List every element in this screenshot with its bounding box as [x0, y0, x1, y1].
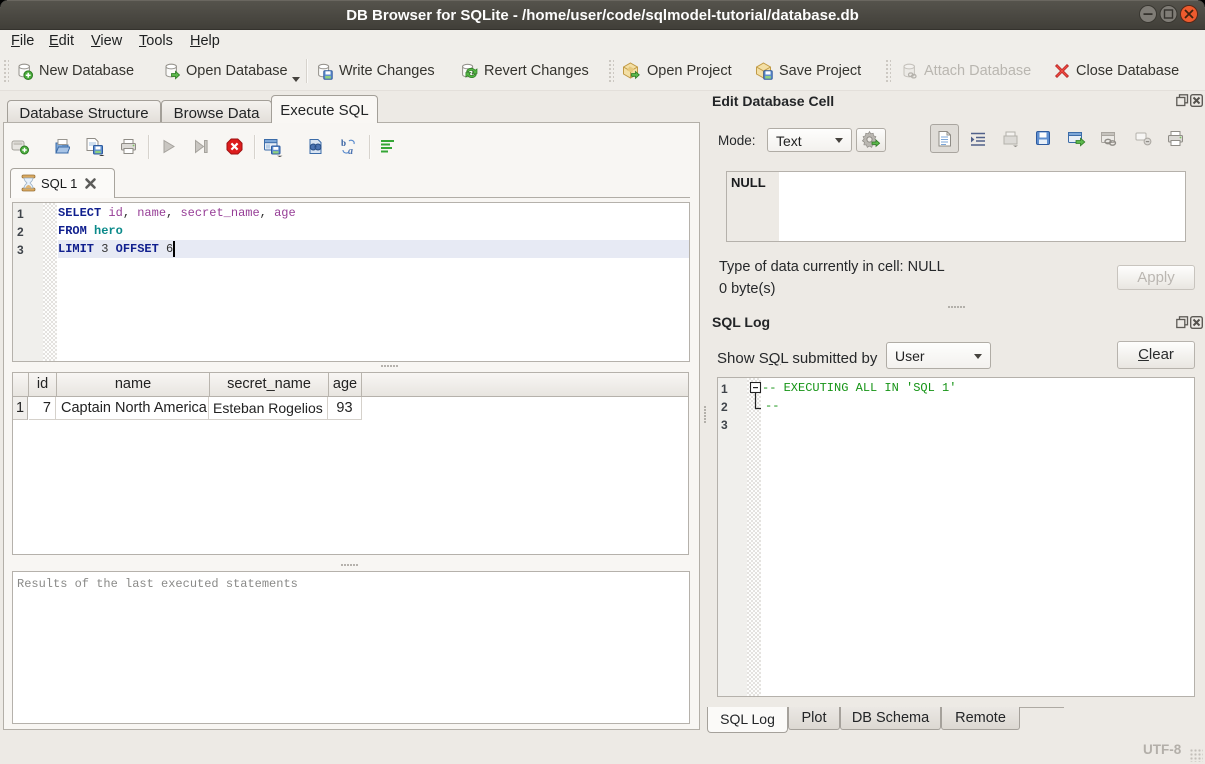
- svg-text:a: a: [348, 146, 353, 156]
- svg-text:b: b: [341, 138, 346, 148]
